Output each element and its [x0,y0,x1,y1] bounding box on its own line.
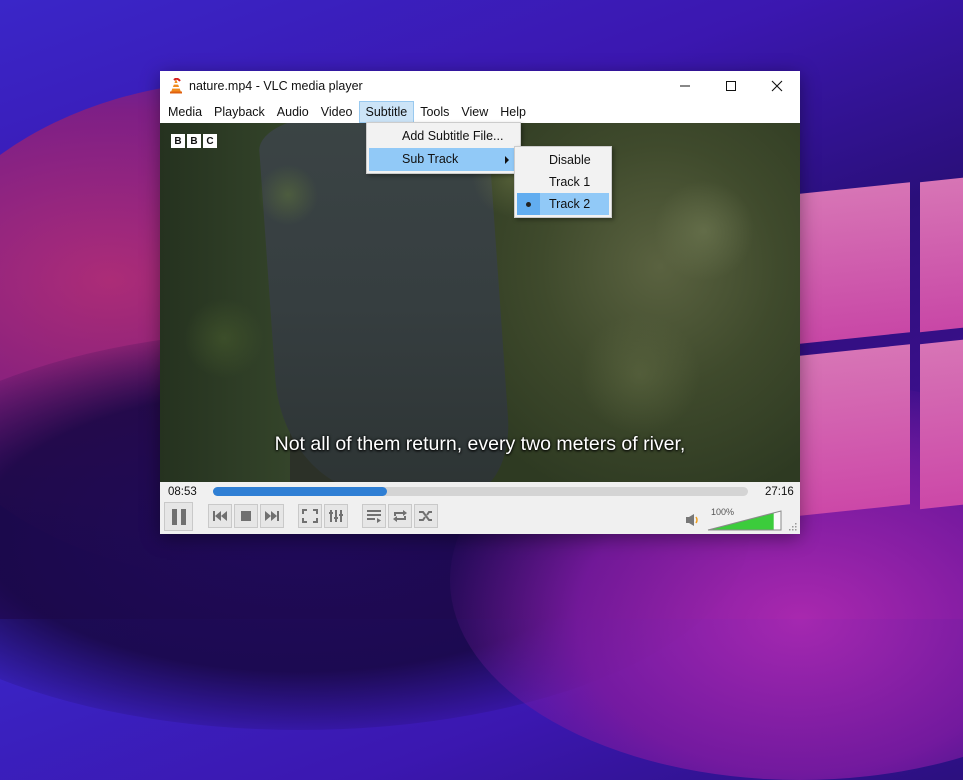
subtitle-menu-dropdown: Add Subtitle File... Sub Track [366,122,521,174]
total-time: 27:16 [765,486,794,498]
menu-item-label: Disable [549,153,591,167]
menu-audio[interactable]: Audio [271,101,315,123]
stop-icon [241,511,251,521]
minimize-button[interactable] [662,71,708,101]
fullscreen-button[interactable] [298,504,322,528]
menu-tools[interactable]: Tools [414,101,455,123]
menu-item-label: Track 1 [549,175,591,189]
resize-grip-icon[interactable] [789,523,797,531]
menu-view[interactable]: View [455,101,494,123]
sub-track-disable[interactable]: Disable [517,149,609,171]
skip-back-icon [213,511,227,521]
menu-item-label: Add Subtitle File... [402,129,504,143]
repeat-icon [393,510,407,522]
maximize-button[interactable] [708,71,754,101]
pause-icon [171,508,186,525]
bbc-letter: C [203,134,217,148]
sub-track-track-2[interactable]: Track 2 [517,193,609,215]
sub-track-submenu: Disable Track 1 Track 2 [514,146,612,218]
radio-selected-icon [526,202,531,207]
vlc-cone-icon [169,77,183,94]
minimize-icon [680,85,690,87]
elapsed-time: 08:53 [168,486,197,498]
menu-help[interactable]: Help [494,101,532,123]
next-button[interactable] [260,504,284,528]
menu-item-label: Track 2 [549,197,591,211]
playlist-button[interactable] [362,504,386,528]
pause-button[interactable] [164,502,193,531]
selection-column [517,193,540,215]
window-title: nature.mp4 - VLC media player [189,79,363,93]
menu-bar: Media Playback Audio Video Subtitle Tool… [160,101,800,123]
control-bar: 08:53 27:16 100% [160,482,800,534]
windows-logo [800,170,963,540]
menu-video[interactable]: Video [315,101,359,123]
menu-media[interactable]: Media [162,101,208,123]
extended-settings-button[interactable] [324,504,348,528]
seek-progress [213,487,388,496]
menu-item-sub-track[interactable]: Sub Track [369,148,518,171]
bbc-logo: B B C [171,134,217,148]
fullscreen-icon [302,509,318,523]
stop-button[interactable] [234,504,258,528]
equalizer-icon [329,510,343,522]
maximize-icon [726,81,736,91]
shuffle-icon [419,511,432,521]
speaker-icon[interactable] [686,514,700,526]
volume-slider[interactable] [707,509,783,531]
loop-button[interactable] [388,504,412,528]
close-button[interactable] [754,71,800,101]
close-icon [771,80,783,92]
video-texture [160,123,800,482]
menu-item-add-subtitle-file[interactable]: Add Subtitle File... [369,125,518,148]
playlist-icon [367,510,381,523]
skip-forward-icon [265,511,279,521]
menu-item-label: Sub Track [402,152,459,166]
bbc-letter: B [171,134,185,148]
video-area[interactable]: B B C Not all of them return, every two … [160,123,800,482]
subtitle-caption: Not all of them return, every two meters… [274,433,686,455]
shuffle-button[interactable] [414,504,438,528]
menu-playback[interactable]: Playback [208,101,271,123]
submenu-arrow-icon [505,156,509,164]
previous-button[interactable] [208,504,232,528]
bbc-letter: B [187,134,201,148]
seek-slider[interactable] [213,487,748,496]
sub-track-track-1[interactable]: Track 1 [517,171,609,193]
menu-subtitle[interactable]: Subtitle [358,101,415,123]
title-bar[interactable]: nature.mp4 - VLC media player [160,71,800,101]
